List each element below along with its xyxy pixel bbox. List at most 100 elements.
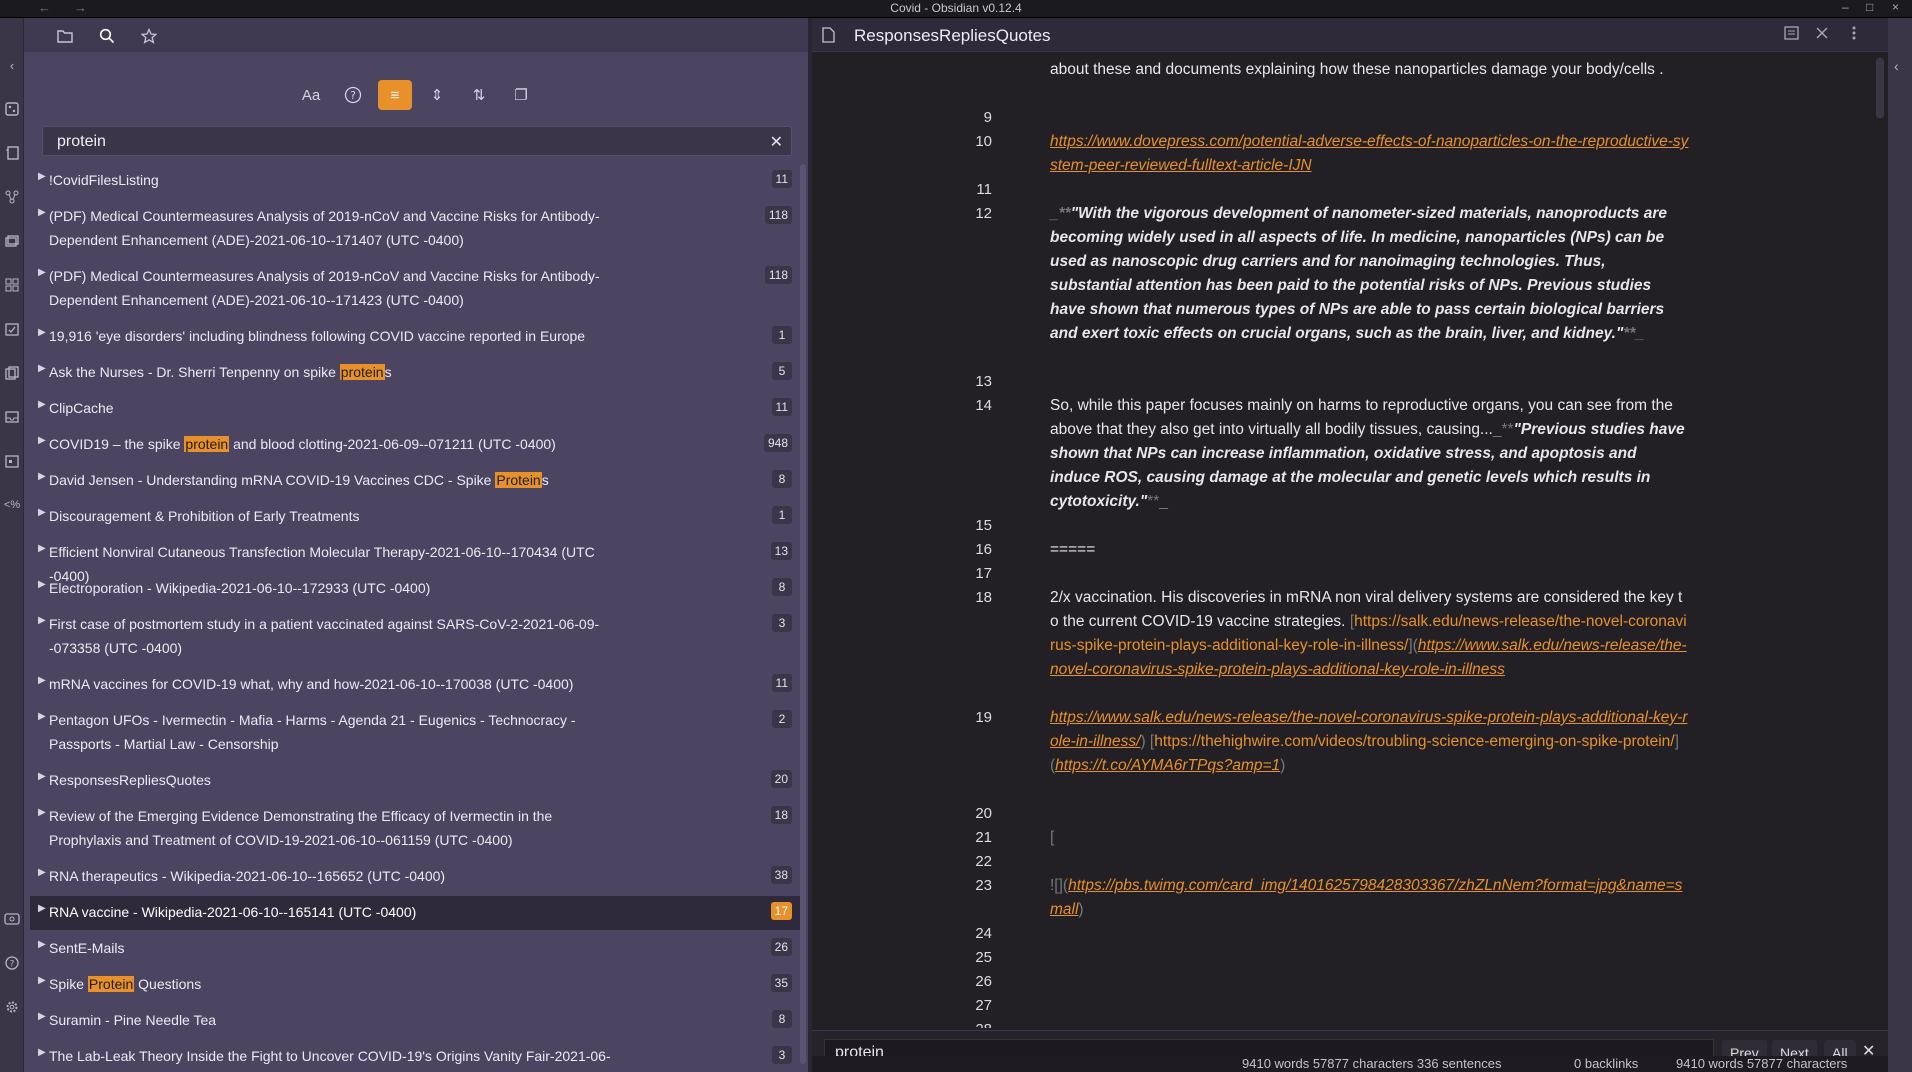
reading-mode-icon[interactable]	[1784, 26, 1799, 44]
search-result-title[interactable]: COVID19 – the spike protein and blood cl…	[49, 432, 619, 456]
expand-arrow-icon[interactable]: ▶	[38, 327, 46, 338]
search-result-title[interactable]: (PDF) Medical Countermeasures Analysis o…	[49, 264, 619, 312]
expand-arrow-icon[interactable]: ▶	[38, 675, 46, 686]
settings-gear-icon[interactable]	[3, 998, 21, 1016]
expand-arrow-icon[interactable]: ▶	[38, 543, 46, 554]
help-icon[interactable]: ?	[3, 954, 21, 972]
expand-arrow-icon[interactable]: ▶	[38, 207, 46, 218]
collapse-results-button[interactable]: ≡	[378, 80, 412, 110]
search-result-item[interactable]: ▶ ResponsesRepliesQuotes 20	[30, 764, 800, 798]
quick-switcher-icon[interactable]	[3, 144, 21, 162]
sidebar-scrollbar[interactable]	[800, 164, 806, 1064]
search-result-item[interactable]: ▶ Efficient Nonviral Cutaneous Transfecti…	[30, 536, 800, 584]
expand-arrow-icon[interactable]: ▶	[38, 267, 46, 278]
backlinks-status[interactable]: 0 backlinks	[1574, 1056, 1638, 1071]
search-result-title[interactable]: (PDF) Medical Countermeasures Analysis o…	[49, 204, 619, 252]
random-note-icon[interactable]	[3, 100, 21, 118]
search-result-item[interactable]: ▶ Review of the Emerging Evidence Demonst…	[30, 800, 800, 858]
expand-arrow-icon[interactable]: ▶	[38, 903, 46, 914]
search-result-title[interactable]: SentE-Mails	[49, 936, 619, 960]
templates-icon[interactable]	[3, 364, 21, 382]
search-result-item[interactable]: ▶ First case of postmortem study in a pat…	[30, 608, 800, 666]
match-case-button[interactable]: Aa	[294, 80, 328, 110]
search-result-title[interactable]: Discouragement & Prohibition of Early Tr…	[49, 504, 619, 528]
inbox-icon[interactable]	[3, 408, 21, 426]
collapse-right-sidebar-icon[interactable]: ‹	[1894, 58, 1899, 74]
expand-arrow-icon[interactable]: ▶	[38, 399, 46, 410]
search-result-item[interactable]: ▶ (PDF) Medical Countermeasures Analysis …	[30, 260, 800, 318]
search-result-title[interactable]: Electroporation - Wikipedia-2021-06-10--…	[49, 576, 619, 600]
expand-arrow-icon[interactable]: ▶	[38, 711, 46, 722]
search-result-title[interactable]: !CovidFilesListing	[49, 168, 619, 192]
search-result-item[interactable]: ▶ COVID19 – the spike protein and blood c…	[30, 428, 800, 462]
expand-arrow-icon[interactable]: ▶	[38, 975, 46, 986]
search-result-title[interactable]: RNA therapeutics - Wikipedia-2021-06-10-…	[49, 864, 619, 888]
expand-arrow-icon[interactable]: ▶	[38, 867, 46, 878]
search-result-item[interactable]: ▶ Pentagon UFOs - Ivermectin - Mafia - Ha…	[30, 704, 800, 762]
search-icon[interactable]	[96, 25, 118, 47]
code-icon[interactable]: <%	[3, 496, 21, 514]
editor-scrollbar[interactable]	[1876, 58, 1884, 118]
search-result-title[interactable]: ResponsesRepliesQuotes	[49, 768, 619, 792]
vault-icon[interactable]	[3, 910, 21, 928]
show-more-context-button[interactable]: ⇕	[420, 80, 454, 110]
expand-arrow-icon[interactable]: ▶	[38, 939, 46, 950]
sort-button[interactable]: ⇅	[462, 80, 496, 110]
search-result-item[interactable]: ▶ Spike Protein Questions 35	[30, 968, 800, 1002]
search-result-title[interactable]: Pentagon UFOs - Ivermectin - Mafia - Har…	[49, 708, 619, 756]
search-result-title[interactable]: Ask the Nurses - Dr. Sherri Tenpenny on …	[49, 360, 619, 384]
starred-star-icon[interactable]	[138, 25, 160, 47]
expand-arrow-icon[interactable]: ▶	[38, 771, 46, 782]
search-result-title[interactable]: RNA vaccine - Wikipedia-2021-06-10--1651…	[49, 900, 619, 924]
search-result-item[interactable]: ▶ RNA therapeutics - Wikipedia-2021-06-10…	[30, 860, 800, 894]
search-result-item[interactable]: ▶ !CovidFilesListing 11	[30, 164, 800, 198]
file-explorer-folder-icon[interactable]	[54, 25, 76, 47]
note-title[interactable]: ResponsesRepliesQuotes	[854, 26, 1051, 46]
search-result-item[interactable]: ▶ ClipCache 11	[30, 392, 800, 426]
search-result-title[interactable]: Suramin - Pine Needle Tea	[49, 1008, 619, 1032]
close-icon[interactable]	[1816, 26, 1828, 43]
search-input[interactable]	[57, 132, 737, 152]
link-tco[interactable]: https://t.co/AYMA6rTPqs?amp=1	[1055, 757, 1280, 774]
calendar-icon[interactable]	[3, 452, 21, 470]
search-result-item[interactable]: ▶ Suramin - Pine Needle Tea 8	[30, 1004, 800, 1038]
search-result-title[interactable]: 19,916 'eye disorders' including blindne…	[49, 324, 619, 348]
expand-arrow-icon[interactable]: ▶	[38, 807, 46, 818]
cards-icon[interactable]	[3, 232, 21, 250]
search-result-item[interactable]: ▶ 19,916 'eye disorders' including blindn…	[30, 320, 800, 354]
search-result-title[interactable]: First case of postmortem study in a pati…	[49, 612, 619, 660]
clear-search-icon[interactable]: ✕	[770, 132, 783, 152]
search-result-item[interactable]: ▶ The Lab-Leak Theory Inside the Fight to…	[30, 1040, 800, 1072]
search-result-item[interactable]: ▶ mRNA vaccines for COVID-19 what, why an…	[30, 668, 800, 702]
expand-arrow-icon[interactable]: ▶	[38, 435, 46, 446]
search-result-item[interactable]: ▶ Electroporation - Wikipedia-2021-06-10-…	[30, 572, 800, 606]
search-result-title[interactable]: Spike Protein Questions	[49, 972, 619, 996]
search-result-title[interactable]: Review of the Emerging Evidence Demonstr…	[49, 804, 619, 852]
search-result-title[interactable]: ClipCache	[49, 396, 619, 420]
copy-results-button[interactable]: ❐	[504, 80, 538, 110]
daily-note-icon[interactable]	[3, 320, 21, 338]
window-close-icon[interactable]: ×	[1892, 0, 1899, 14]
more-options-icon[interactable]	[1852, 26, 1856, 44]
link-highwire[interactable]: https://thehighwire.com/videos/troubling…	[1154, 733, 1674, 750]
collapse-sidebar-icon[interactable]: ‹	[3, 56, 21, 74]
expand-arrow-icon[interactable]: ▶	[38, 171, 46, 182]
search-result-item[interactable]: ▶ Ask the Nurses - Dr. Sherri Tenpenny on…	[30, 356, 800, 390]
search-result-item[interactable]: ▶ David Jensen - Understanding mRNA COVID…	[30, 464, 800, 498]
search-result-item[interactable]: ▶ SentE-Mails 26	[30, 932, 800, 966]
expand-arrow-icon[interactable]: ▶	[38, 615, 46, 626]
search-result-item[interactable]: ▶ Discouragement & Prohibition of Early T…	[30, 500, 800, 534]
graph-view-icon[interactable]	[3, 188, 21, 206]
expand-arrow-icon[interactable]: ▶	[38, 363, 46, 374]
expand-arrow-icon[interactable]: ▶	[38, 1047, 46, 1058]
expand-arrow-icon[interactable]: ▶	[38, 1011, 46, 1022]
search-result-title[interactable]: mRNA vaccines for COVID-19 what, why and…	[49, 672, 619, 696]
search-result-item[interactable]: ▶ RNA vaccine - Wikipedia-2021-06-10--165…	[30, 896, 800, 930]
expand-arrow-icon[interactable]: ▶	[38, 579, 46, 590]
search-result-title[interactable]: The Lab-Leak Theory Inside the Fight to …	[49, 1044, 619, 1072]
search-result-title[interactable]: David Jensen - Understanding mRNA COVID-…	[49, 468, 619, 492]
sliding-panes-icon[interactable]	[3, 276, 21, 294]
minimize-icon[interactable]: –	[1842, 0, 1849, 14]
expand-arrow-icon[interactable]: ▶	[38, 471, 46, 482]
link-twimg[interactable]: https://pbs.twimg.com/card_img/140162579…	[1050, 877, 1682, 918]
